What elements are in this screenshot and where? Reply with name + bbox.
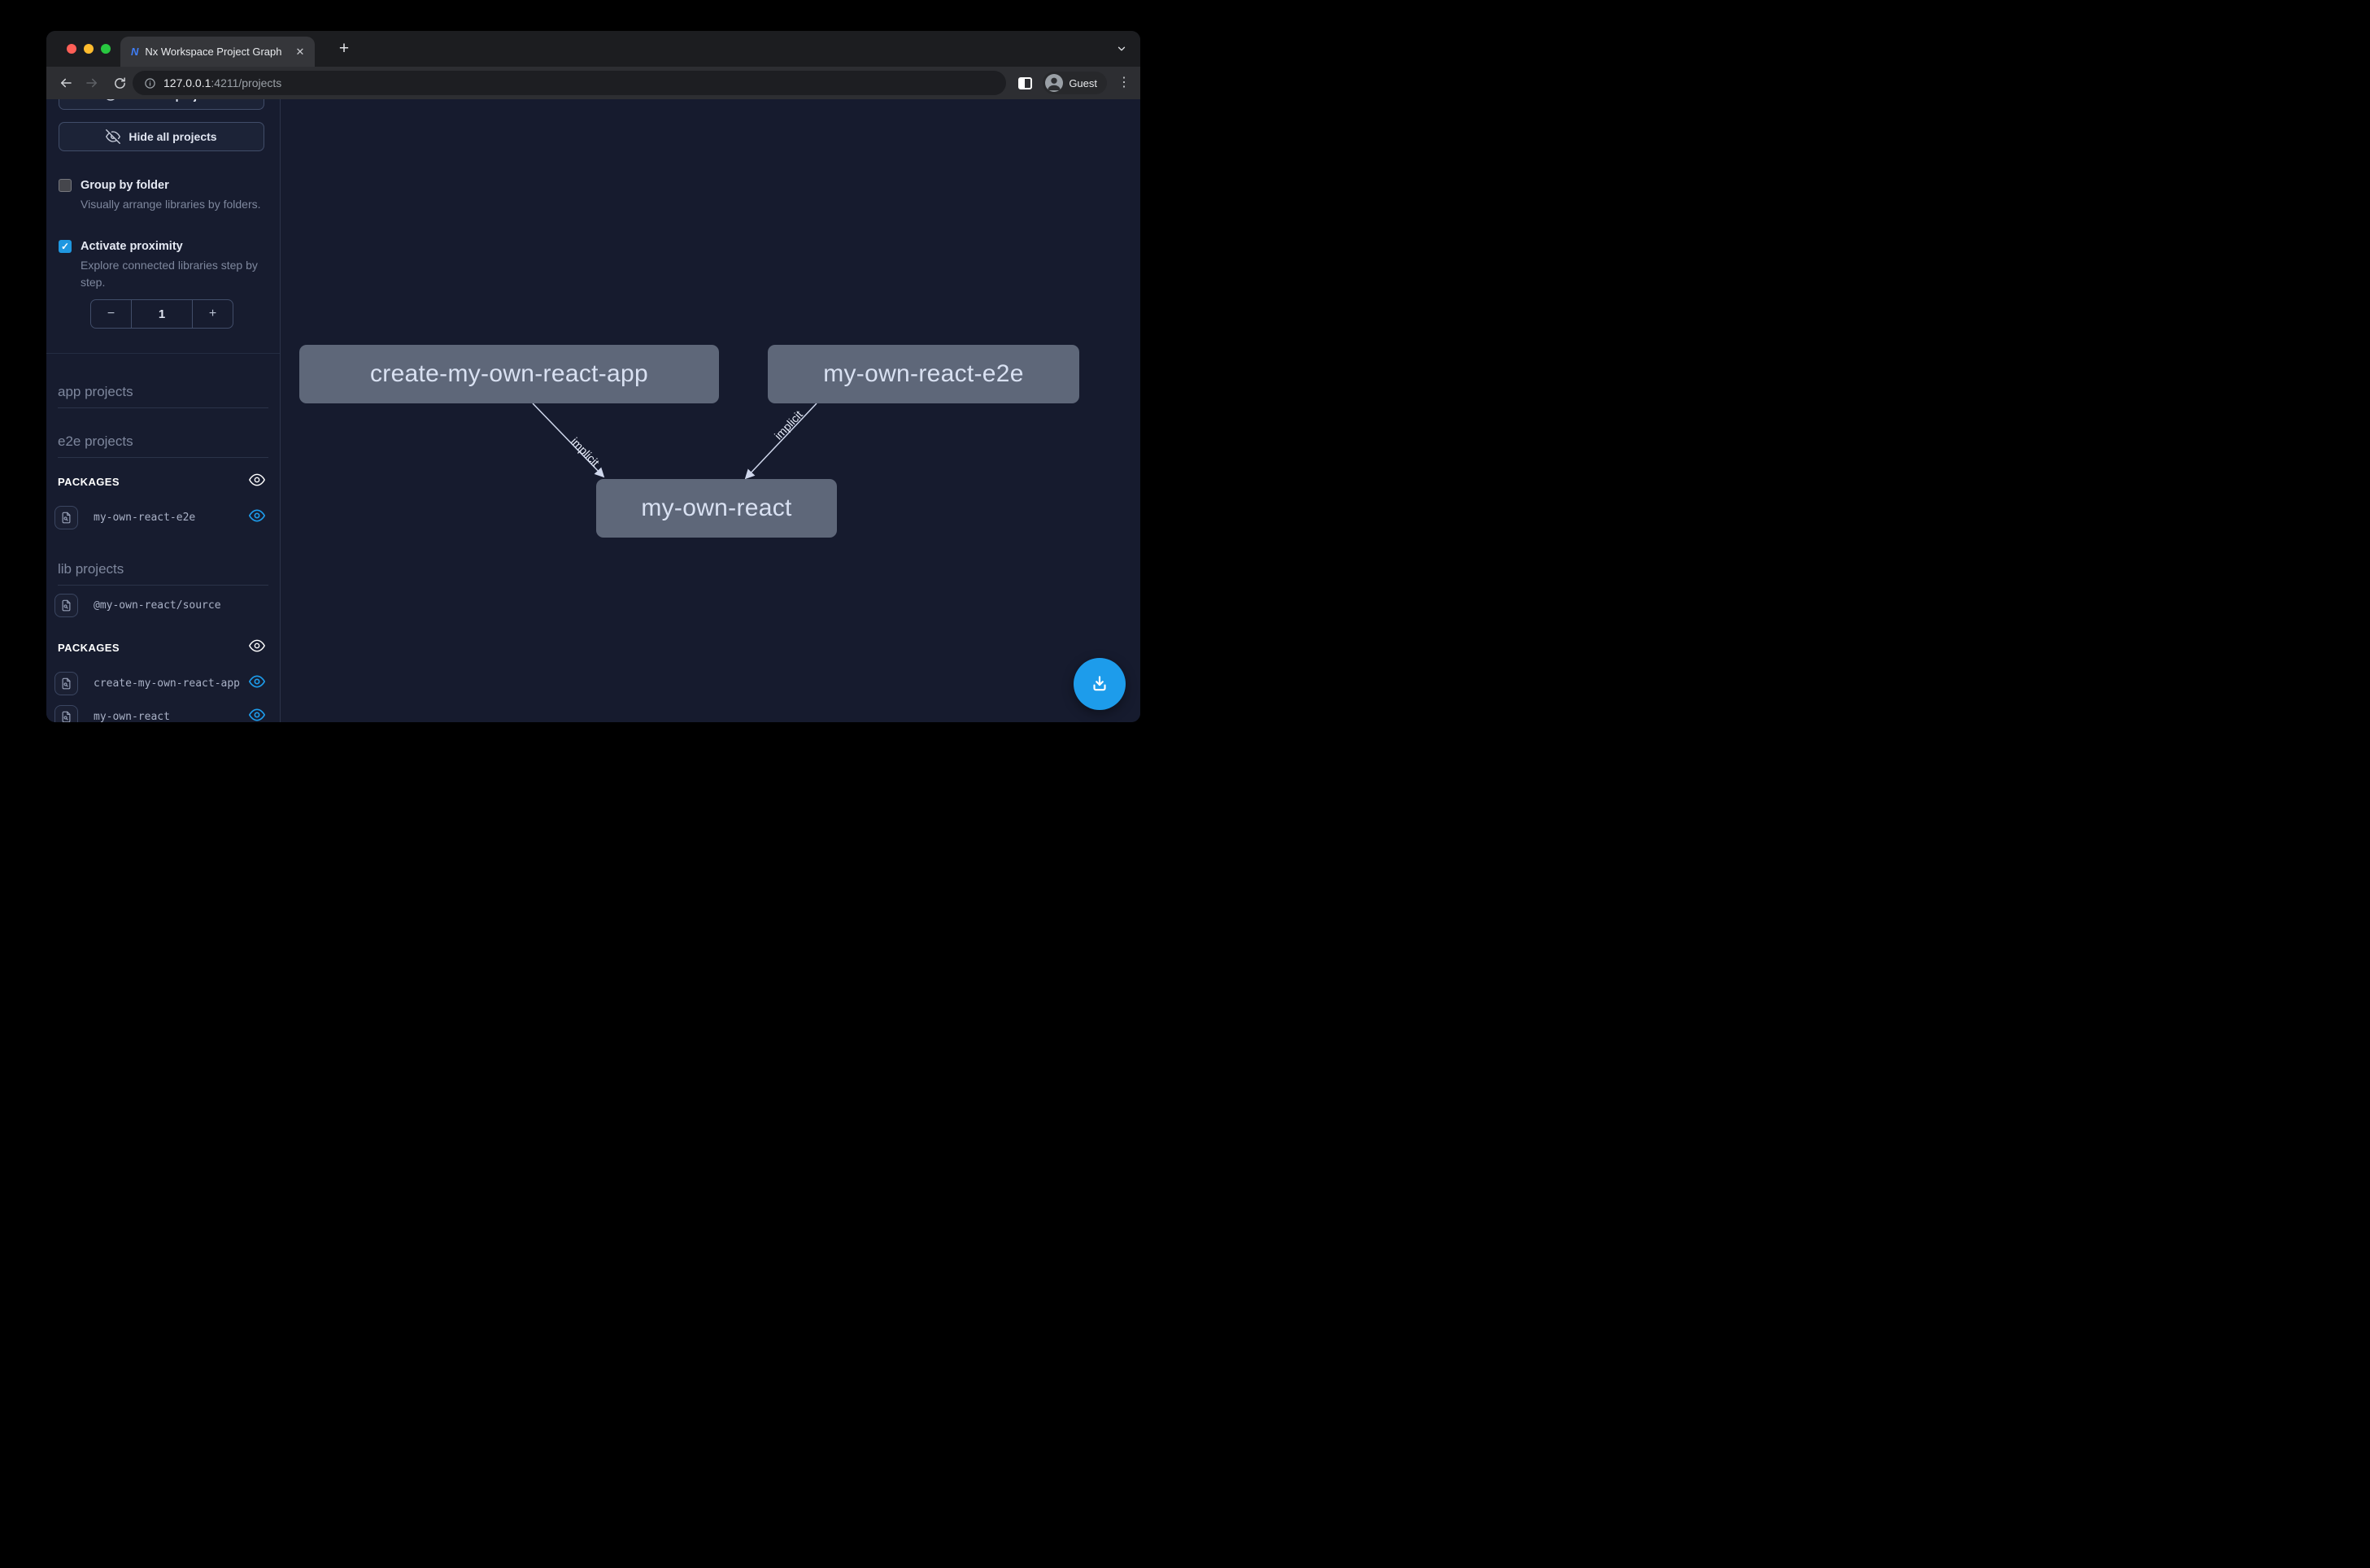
browser-tab[interactable]: N Nx Workspace Project Graph ✕ xyxy=(120,37,315,67)
graph-node-create-my-own-react-app[interactable]: create-my-own-react-app xyxy=(299,345,719,403)
app-projects-header: app projects xyxy=(58,384,268,408)
tab-bar: N Nx Workspace Project Graph ✕ + xyxy=(46,31,1140,67)
lib-projects-header: lib projects xyxy=(58,561,268,586)
browser-menu-icon[interactable]: ⋮ xyxy=(1117,76,1131,89)
proximity-stepper: − 1 + xyxy=(90,299,233,329)
project-name: my-own-react-e2e xyxy=(94,512,195,524)
focus-project-button[interactable] xyxy=(54,672,78,695)
info-icon[interactable] xyxy=(144,77,156,89)
graph-edges: implicit implicit xyxy=(281,99,1140,722)
tab-search-chevron-icon[interactable] xyxy=(1116,43,1127,59)
list-item-my-own-react-e2e[interactable]: my-own-react-e2e xyxy=(54,505,273,529)
activate-proximity-label: Activate proximity xyxy=(81,239,183,254)
profile-label: Guest xyxy=(1069,77,1097,89)
nx-favicon-icon: N xyxy=(131,46,138,58)
packages-eye-icon[interactable] xyxy=(249,638,265,658)
edge-label-implicit: implicit xyxy=(569,435,602,469)
url-text: 127.0.0.1:4211/projects xyxy=(163,76,281,89)
new-tab-button[interactable]: + xyxy=(333,37,355,60)
proximity-increment-button[interactable]: + xyxy=(193,300,233,328)
page-content: Show all projects Hide all projects Grou… xyxy=(46,99,1140,722)
toolbar-right-controls: Guest ⋮ xyxy=(1018,67,1131,99)
group-by-folder-checkbox[interactable] xyxy=(59,179,72,192)
toggle-visibility-eye-icon[interactable] xyxy=(249,507,265,528)
group-by-folder-description: Visually arrange libraries by folders. xyxy=(81,196,268,213)
doc-search-icon xyxy=(60,711,72,723)
avatar xyxy=(1045,74,1063,92)
settings-divider xyxy=(46,353,280,354)
reload-button[interactable] xyxy=(110,73,129,93)
edge-label-implicit: implicit xyxy=(772,407,805,442)
download-graph-button[interactable] xyxy=(1074,658,1126,710)
packages-section-lib: PACKAGES xyxy=(58,638,273,656)
project-name: create-my-own-react-app xyxy=(94,677,240,690)
close-window-button[interactable] xyxy=(67,44,76,54)
group-by-folder-label: Group by folder xyxy=(81,178,169,193)
browser-window: N Nx Workspace Project Graph ✕ + 127.0.0… xyxy=(46,31,1140,722)
browser-toolbar: 127.0.0.1:4211/projects Guest ⋮ xyxy=(46,67,1140,99)
show-all-projects-label: Show all projects xyxy=(126,99,220,102)
focus-project-button[interactable] xyxy=(54,705,78,723)
graph-node-my-own-react[interactable]: my-own-react xyxy=(596,479,837,538)
proximity-value: 1 xyxy=(131,300,193,328)
toggle-visibility-eye-icon[interactable] xyxy=(249,707,265,723)
list-item-my-own-react[interactable]: my-own-react xyxy=(54,704,273,722)
toggle-visibility-eye-icon[interactable] xyxy=(249,673,265,694)
packages-title: PACKAGES xyxy=(58,476,120,488)
graph-node-my-own-react-e2e[interactable]: my-own-react-e2e xyxy=(768,345,1079,403)
hide-all-projects-button[interactable]: Hide all projects xyxy=(59,122,264,151)
download-icon xyxy=(1089,673,1110,695)
project-graph-canvas[interactable]: implicit implicit create-my-own-react-ap… xyxy=(281,99,1140,722)
tab-close-icon[interactable]: ✕ xyxy=(292,44,308,60)
activate-proximity-option: ✓ Activate proximity Explore connected l… xyxy=(59,239,268,291)
tab-title: Nx Workspace Project Graph xyxy=(145,46,285,58)
doc-search-icon xyxy=(60,599,72,612)
traffic-lights xyxy=(67,44,111,54)
side-panel-icon[interactable] xyxy=(1018,77,1032,89)
forward-button[interactable] xyxy=(82,73,102,93)
list-item-create-my-own-react-app[interactable]: create-my-own-react-app xyxy=(54,671,273,695)
packages-title: PACKAGES xyxy=(58,642,120,654)
eye-off-icon xyxy=(106,129,120,144)
e2e-projects-header: e2e projects xyxy=(58,433,268,458)
show-all-projects-button[interactable]: Show all projects xyxy=(59,99,264,110)
activate-proximity-description: Explore connected libraries step by step… xyxy=(81,257,268,291)
focus-project-button[interactable] xyxy=(54,506,78,529)
proximity-decrement-button[interactable]: − xyxy=(91,300,131,328)
sidebar: Show all projects Hide all projects Grou… xyxy=(46,99,281,722)
project-name: my-own-react xyxy=(94,711,170,723)
address-bar[interactable]: 127.0.0.1:4211/projects xyxy=(133,71,1006,95)
group-by-folder-option: Group by folder Visually arrange librari… xyxy=(59,178,268,213)
eye-icon xyxy=(103,99,118,102)
packages-section-e2e: PACKAGES xyxy=(58,473,273,490)
hide-all-projects-label: Hide all projects xyxy=(129,130,216,143)
project-name: @my-own-react/source xyxy=(94,599,221,612)
focus-project-button[interactable] xyxy=(54,594,78,617)
profile-button[interactable]: Guest xyxy=(1043,72,1107,94)
packages-eye-icon[interactable] xyxy=(249,472,265,492)
back-button[interactable] xyxy=(56,73,76,93)
list-item-my-own-react-source[interactable]: @my-own-react/source xyxy=(54,593,273,617)
doc-search-icon xyxy=(60,677,72,690)
zoom-window-button[interactable] xyxy=(101,44,111,54)
doc-search-icon xyxy=(60,512,72,524)
minimize-window-button[interactable] xyxy=(84,44,94,54)
activate-proximity-checkbox[interactable]: ✓ xyxy=(59,240,72,253)
